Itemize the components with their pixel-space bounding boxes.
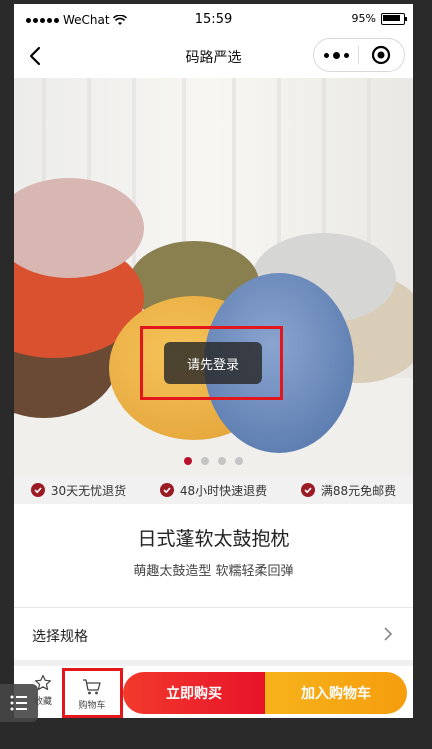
check-icon [300,483,315,497]
status-right: 95% [351,12,407,25]
phone-screen: WeChat 15:59 95% 码路严选 请先登录 30天无忧退货 48小时快… [14,4,413,718]
carousel-dot-1[interactable] [184,457,192,465]
add-to-cart-button[interactable]: 加入购物车 [265,672,407,714]
select-spec-row[interactable]: 选择规格 [14,608,413,660]
guarantee-text: 48小时快速退费 [179,483,268,498]
guarantee-strip: 30天无忧退货 48小时快速退费 满88元免邮费 [14,476,413,504]
select-spec-label: 选择规格 [32,629,88,645]
guarantee-item: 满88元免邮费 [300,482,397,499]
guarantee-item: 30天无忧退货 [30,482,127,499]
carousel-dot-4[interactable] [235,457,243,465]
more-icon-dot-2 [343,52,349,58]
nav-bar: 码路严选 [14,34,413,78]
product-image-carousel[interactable] [14,78,413,476]
menu-icon [10,695,27,711]
more-icon-dot [332,51,340,59]
guarantee-item: 48小时快速退费 [159,482,268,499]
status-bar: WeChat 15:59 95% [14,4,413,34]
more-button[interactable] [314,39,358,71]
product-subtitle: 萌趣太鼓造型 软糯轻柔回弹 [133,564,294,579]
carousel-dot-3[interactable] [218,457,226,465]
check-icon [159,483,174,497]
carousel-indicator [14,457,413,465]
chevron-right-icon [384,627,393,641]
more-icon [323,52,329,58]
product-photo [14,78,413,476]
buy-now-button[interactable]: 立即购买 [123,672,265,714]
close-button[interactable] [359,39,403,71]
close-circle-icon [371,45,391,65]
product-title: 日式蓬软太鼓抱枕 [137,528,290,550]
guarantee-text: 30天无忧退货 [50,483,127,498]
toast-highlight-box [140,326,283,400]
battery-percent: 95% [351,12,376,25]
cart-highlight-box [62,668,123,718]
floating-menu-button[interactable] [0,684,38,722]
carousel-dot-2[interactable] [201,457,209,465]
battery-icon [381,12,407,25]
mini-program-capsule [313,38,405,72]
check-icon [30,483,45,497]
guarantee-text: 满88元免邮费 [320,483,397,498]
